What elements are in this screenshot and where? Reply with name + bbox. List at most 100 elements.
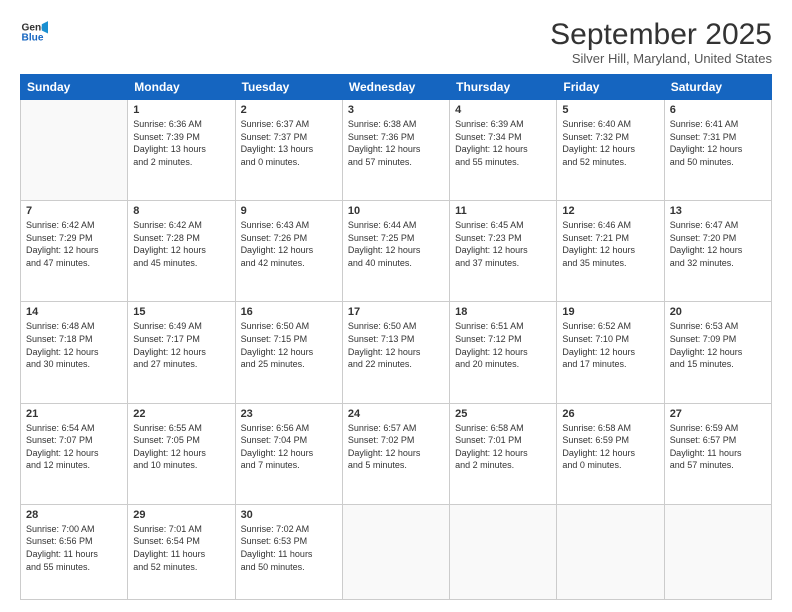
week-row-4: 21Sunrise: 6:54 AM Sunset: 7:07 PM Dayli… (21, 403, 772, 504)
header: General Blue September 2025 Silver Hill,… (20, 18, 772, 66)
day-info: Sunrise: 6:53 AM Sunset: 7:09 PM Dayligh… (670, 320, 766, 370)
calendar-cell: 16 Sunrise: 6:50 AM Sunset: 7:15 PM Dayli… (235, 302, 342, 403)
day-number: 12 (562, 205, 658, 217)
calendar-cell: 22 Sunrise: 6:55 AM Sunset: 7:05 PM Dayli… (128, 403, 235, 504)
day-number: 30 (241, 509, 337, 521)
weekday-header-sunday: Sunday (21, 75, 128, 100)
day-info: Sunrise: 6:45 AM Sunset: 7:23 PM Dayligh… (455, 219, 551, 269)
calendar-cell: 3Sunrise: 6:38 AM Sunset: 7:36 PM Daylig… (342, 100, 449, 201)
calendar-cell: 15 Sunrise: 6:49 AM Sunset: 7:17 PM Dayli… (128, 302, 235, 403)
day-number: 24 (348, 408, 444, 420)
day-info: Sunrise: 6:51 AM Sunset: 7:12 PM Dayligh… (455, 320, 551, 370)
calendar-cell: 14 Sunrise: 6:48 AM Sunset: 7:18 PM Dayli… (21, 302, 128, 403)
calendar-cell (664, 504, 771, 599)
calendar-cell: 20 Sunrise: 6:53 AM Sunset: 7:09 PM Dayli… (664, 302, 771, 403)
day-number: 17 (348, 306, 444, 318)
weekday-header-row: SundayMondayTuesdayWednesdayThursdayFrid… (21, 75, 772, 100)
day-number: 14 (26, 306, 122, 318)
day-info: Sunrise: 6:42 AM Sunset: 7:28 PM Dayligh… (133, 219, 229, 269)
day-number: 27 (670, 408, 766, 420)
day-number: 6 (670, 104, 766, 116)
day-number: 23 (241, 408, 337, 420)
calendar-cell: 12 Sunrise: 6:46 AM Sunset: 7:21 PM Dayli… (557, 201, 664, 302)
day-info: Sunrise: 7:00 AM Sunset: 6:56 PM Dayligh… (26, 523, 122, 573)
weekday-header-tuesday: Tuesday (235, 75, 342, 100)
day-info: Sunrise: 6:37 AM Sunset: 7:37 PM Dayligh… (241, 118, 337, 168)
day-info: Sunrise: 6:43 AM Sunset: 7:26 PM Dayligh… (241, 219, 337, 269)
weekday-header-friday: Friday (557, 75, 664, 100)
calendar-cell: 9 Sunrise: 6:43 AM Sunset: 7:26 PM Daylig… (235, 201, 342, 302)
calendar-cell: 7 Sunrise: 6:42 AM Sunset: 7:29 PM Daylig… (21, 201, 128, 302)
day-info: Sunrise: 6:58 AM Sunset: 6:59 PM Dayligh… (562, 422, 658, 472)
calendar-cell: 2Sunrise: 6:37 AM Sunset: 7:37 PM Daylig… (235, 100, 342, 201)
day-info: Sunrise: 6:57 AM Sunset: 7:02 PM Dayligh… (348, 422, 444, 472)
day-number: 18 (455, 306, 551, 318)
day-info: Sunrise: 6:49 AM Sunset: 7:17 PM Dayligh… (133, 320, 229, 370)
calendar-cell: 30 Sunrise: 7:02 AM Sunset: 6:53 PM Dayli… (235, 504, 342, 599)
day-number: 5 (562, 104, 658, 116)
calendar-cell: 5Sunrise: 6:40 AM Sunset: 7:32 PM Daylig… (557, 100, 664, 201)
calendar-cell (557, 504, 664, 599)
day-number: 11 (455, 205, 551, 217)
day-number: 1 (133, 104, 229, 116)
calendar-cell: 18 Sunrise: 6:51 AM Sunset: 7:12 PM Dayli… (450, 302, 557, 403)
day-number: 29 (133, 509, 229, 521)
day-info: Sunrise: 6:39 AM Sunset: 7:34 PM Dayligh… (455, 118, 551, 168)
calendar-cell (21, 100, 128, 201)
weekday-header-monday: Monday (128, 75, 235, 100)
day-info: Sunrise: 6:52 AM Sunset: 7:10 PM Dayligh… (562, 320, 658, 370)
day-number: 9 (241, 205, 337, 217)
page: General Blue September 2025 Silver Hill,… (0, 0, 792, 612)
calendar-cell: 29 Sunrise: 7:01 AM Sunset: 6:54 PM Dayli… (128, 504, 235, 599)
calendar-cell: 23Sunrise: 6:56 AM Sunset: 7:04 PM Dayli… (235, 403, 342, 504)
week-row-2: 7 Sunrise: 6:42 AM Sunset: 7:29 PM Daylig… (21, 201, 772, 302)
calendar-cell: 6 Sunrise: 6:41 AM Sunset: 7:31 PM Daylig… (664, 100, 771, 201)
day-info: Sunrise: 6:44 AM Sunset: 7:25 PM Dayligh… (348, 219, 444, 269)
day-info: Sunrise: 6:58 AM Sunset: 7:01 PM Dayligh… (455, 422, 551, 472)
day-number: 7 (26, 205, 122, 217)
logo-icon: General Blue (20, 18, 48, 46)
day-number: 8 (133, 205, 229, 217)
day-number: 15 (133, 306, 229, 318)
day-number: 22 (133, 408, 229, 420)
calendar-cell: 24 Sunrise: 6:57 AM Sunset: 7:02 PM Dayli… (342, 403, 449, 504)
day-info: Sunrise: 6:55 AM Sunset: 7:05 PM Dayligh… (133, 422, 229, 472)
day-info: Sunrise: 7:02 AM Sunset: 6:53 PM Dayligh… (241, 523, 337, 573)
calendar-cell: 27 Sunrise: 6:59 AM Sunset: 6:57 PM Dayli… (664, 403, 771, 504)
calendar-cell: 21Sunrise: 6:54 AM Sunset: 7:07 PM Dayli… (21, 403, 128, 504)
day-info: Sunrise: 7:01 AM Sunset: 6:54 PM Dayligh… (133, 523, 229, 573)
day-info: Sunrise: 6:36 AM Sunset: 7:39 PM Dayligh… (133, 118, 229, 168)
day-number: 25 (455, 408, 551, 420)
calendar-cell: 10 Sunrise: 6:44 AM Sunset: 7:25 PM Dayli… (342, 201, 449, 302)
day-info: Sunrise: 6:41 AM Sunset: 7:31 PM Dayligh… (670, 118, 766, 168)
day-number: 26 (562, 408, 658, 420)
day-info: Sunrise: 6:46 AM Sunset: 7:21 PM Dayligh… (562, 219, 658, 269)
day-info: Sunrise: 6:42 AM Sunset: 7:29 PM Dayligh… (26, 219, 122, 269)
day-info: Sunrise: 6:50 AM Sunset: 7:15 PM Dayligh… (241, 320, 337, 370)
day-number: 20 (670, 306, 766, 318)
month-title: September 2025 (550, 18, 772, 51)
title-block: September 2025 Silver Hill, Maryland, Un… (550, 18, 772, 66)
calendar: SundayMondayTuesdayWednesdayThursdayFrid… (20, 74, 772, 600)
day-info: Sunrise: 6:59 AM Sunset: 6:57 PM Dayligh… (670, 422, 766, 472)
day-info: Sunrise: 6:48 AM Sunset: 7:18 PM Dayligh… (26, 320, 122, 370)
day-info: Sunrise: 6:50 AM Sunset: 7:13 PM Dayligh… (348, 320, 444, 370)
day-number: 10 (348, 205, 444, 217)
day-info: Sunrise: 6:38 AM Sunset: 7:36 PM Dayligh… (348, 118, 444, 168)
calendar-cell: 19Sunrise: 6:52 AM Sunset: 7:10 PM Dayli… (557, 302, 664, 403)
weekday-header-wednesday: Wednesday (342, 75, 449, 100)
logo: General Blue (20, 18, 48, 46)
week-row-1: 1 Sunrise: 6:36 AM Sunset: 7:39 PM Daylig… (21, 100, 772, 201)
calendar-cell: 17 Sunrise: 6:50 AM Sunset: 7:13 PM Dayli… (342, 302, 449, 403)
day-number: 4 (455, 104, 551, 116)
calendar-cell: 4 Sunrise: 6:39 AM Sunset: 7:34 PM Daylig… (450, 100, 557, 201)
weekday-header-saturday: Saturday (664, 75, 771, 100)
calendar-cell: 8 Sunrise: 6:42 AM Sunset: 7:28 PM Daylig… (128, 201, 235, 302)
day-number: 28 (26, 509, 122, 521)
calendar-cell: 1 Sunrise: 6:36 AM Sunset: 7:39 PM Daylig… (128, 100, 235, 201)
location: Silver Hill, Maryland, United States (550, 51, 772, 66)
calendar-cell: 11 Sunrise: 6:45 AM Sunset: 7:23 PM Dayli… (450, 201, 557, 302)
weekday-header-thursday: Thursday (450, 75, 557, 100)
day-number: 16 (241, 306, 337, 318)
calendar-cell: 26 Sunrise: 6:58 AM Sunset: 6:59 PM Dayli… (557, 403, 664, 504)
